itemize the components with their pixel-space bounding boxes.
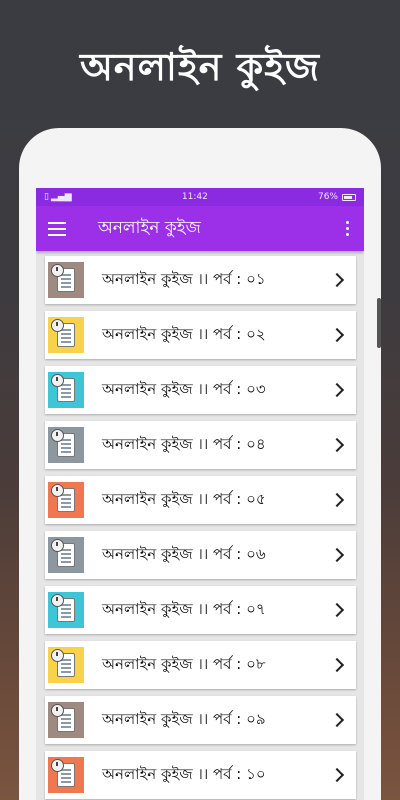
phone-side-button (377, 298, 381, 348)
signal-icon: ▂▄▆ (50, 192, 72, 202)
chevron-right-icon (329, 657, 345, 673)
list-item[interactable]: অনলাইন কুইজ ।। পর্ব : ০৯ (45, 696, 356, 744)
list-item[interactable]: অনলাইন কুইজ ।। পর্ব : ০৮ (45, 641, 356, 689)
quiz-thumbnail (48, 647, 84, 683)
list-item[interactable]: অনলাইন কুইজ ।। পর্ব : ০৬ (45, 531, 356, 579)
chevron-right-icon (329, 437, 345, 453)
clock-icon (51, 704, 64, 717)
chevron-right-icon (329, 272, 345, 288)
quiz-thumbnail (48, 317, 84, 353)
quiz-thumbnail (48, 702, 84, 738)
quiz-thumbnail (48, 537, 84, 573)
quiz-thumbnail (48, 757, 84, 793)
list-item-label: অনলাইন কুইজ ।। পর্ব : ০৭ (102, 599, 266, 618)
list-item[interactable]: অনলাইন কুইজ ।। পর্ব : ০৭ (45, 586, 356, 634)
list-item-label: অনলাইন কুইজ ।। পর্ব : ০৫ (102, 489, 266, 508)
list-item[interactable]: অনলাইন কুইজ ।। পর্ব : ০৫ (45, 476, 356, 524)
battery-level: 76% (317, 192, 338, 202)
chevron-right-icon (329, 767, 345, 783)
clock-icon (51, 594, 64, 607)
signal-icons: ▯ ▂▄▆ (44, 192, 72, 202)
battery-icon (341, 193, 356, 201)
clock-icon (51, 484, 64, 497)
clock-icon (51, 539, 64, 552)
quiz-thumbnail (48, 592, 84, 628)
quiz-thumbnail (48, 427, 84, 463)
chevron-right-icon (329, 547, 345, 563)
chevron-right-icon (329, 602, 345, 618)
list-item-label: অনলাইন কুইজ ।। পর্ব : ০৩ (102, 379, 266, 398)
quiz-thumbnail (48, 482, 84, 518)
list-item-label: অনলাইন কুইজ ।। পর্ব : ০৮ (102, 654, 266, 673)
clock-icon (51, 319, 64, 332)
chevron-right-icon (329, 492, 345, 508)
list-item[interactable]: অনলাইন কুইজ ।। পর্ব : ০৪ (45, 421, 356, 469)
list-item-label: অনলাইন কুইজ ।। পর্ব : ০৯ (102, 709, 266, 728)
clock-icon (51, 649, 64, 662)
list-item-label: অনলাইন কুইজ ।। পর্ব : ০৬ (102, 544, 266, 563)
phone-frame: ▯ ▂▄▆ 11:42 76% অনলাইন কুইজ অনলাইন কুইজ … (19, 128, 381, 800)
clock-icon (51, 264, 64, 277)
chevron-right-icon (329, 712, 345, 728)
app-title: অনলাইন কুইজ (98, 217, 201, 238)
list-item[interactable]: অনলাইন কুইজ ।। পর্ব : ০৩ (45, 366, 356, 414)
clock-icon (51, 374, 64, 387)
clock-icon (51, 429, 64, 442)
hamburger-menu-icon[interactable] (48, 221, 66, 236)
list-item[interactable]: অনলাইন কুইজ ।। পর্ব : ০২ (45, 311, 356, 359)
status-bar: ▯ ▂▄▆ 11:42 76% (36, 188, 364, 206)
more-options-icon[interactable] (342, 221, 352, 236)
list-item-label: অনলাইন কুইজ ।। পর্ব : ০২ (102, 324, 266, 343)
quiz-thumbnail (48, 372, 84, 408)
quiz-list: অনলাইন কুইজ ।। পর্ব : ০১ অনলাইন কুইজ ।। … (36, 251, 364, 799)
quiz-thumbnail (48, 262, 84, 298)
list-item[interactable]: অনলাইন কুইজ ।। পর্ব : ০১ (45, 256, 356, 304)
promo-title: অনলাইন কুইজ (80, 45, 320, 89)
list-item-label: অনলাইন কুইজ ।। পর্ব : ০৪ (102, 434, 266, 453)
sim-icon: ▯ (44, 192, 49, 202)
status-time: 11:42 (181, 192, 208, 202)
list-item-label: অনলাইন কুইজ ।। পর্ব : ০১ (102, 269, 266, 288)
clock-icon (51, 759, 64, 772)
list-item-label: অনলাইন কুইজ ।। পর্ব : ১০ (102, 764, 266, 783)
chevron-right-icon (329, 382, 345, 398)
app-screen: ▯ ▂▄▆ 11:42 76% অনলাইন কুইজ অনলাইন কুইজ … (36, 188, 364, 800)
list-item[interactable]: অনলাইন কুইজ ।। পর্ব : ১০ (45, 751, 356, 799)
app-bar: অনলাইন কুইজ (36, 206, 364, 251)
chevron-right-icon (329, 327, 345, 343)
